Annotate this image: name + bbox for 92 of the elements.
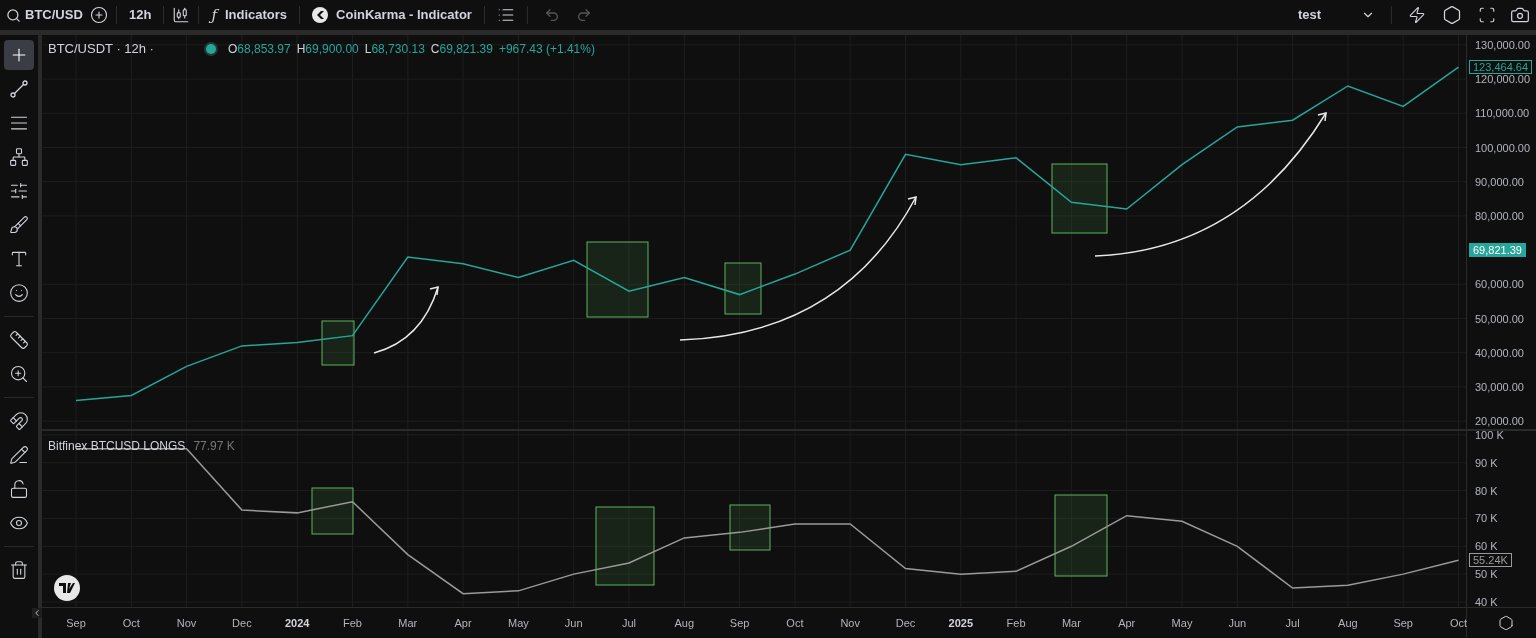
price-label: 69,821.39 <box>1469 243 1526 258</box>
search-icon <box>6 7 21 23</box>
time-tick: May <box>1171 616 1193 630</box>
time-tick: Feb <box>343 616 362 630</box>
time-tick: Jun <box>564 616 583 630</box>
time-tick: May <box>508 616 529 630</box>
price-tick: 80,000.00 <box>1475 208 1524 223</box>
logo-icon <box>59 583 75 593</box>
highlight-box <box>321 320 355 366</box>
curved-arrow <box>373 286 439 354</box>
time-tick: 2024 <box>284 616 310 630</box>
indicator-tick: 100 K <box>1475 427 1504 442</box>
add-symbol-icon[interactable] <box>90 6 108 24</box>
price-tick: 60,000.00 <box>1475 277 1524 292</box>
indicator-tick: 50 K <box>1475 567 1498 582</box>
time-tick: Oct <box>122 616 140 630</box>
time-tick: Nov <box>176 616 197 630</box>
time-tick: Jun <box>1228 616 1247 630</box>
chart-title: BTC/USDT · 12h · <box>48 40 154 58</box>
highlight-box <box>1051 163 1108 234</box>
time-tick: Mar <box>398 616 418 630</box>
price-label: 123,464.64 <box>1469 60 1533 75</box>
unlock-icon <box>9 479 29 499</box>
ohlc-value: L68,730.13 <box>364 40 425 58</box>
undo-icon[interactable] <box>543 7 560 23</box>
time-tick: Feb <box>1006 616 1026 630</box>
layout-dropdown[interactable]: test <box>1289 5 1383 25</box>
ruler-icon <box>9 330 29 350</box>
magnet-icon <box>9 411 29 431</box>
price-label: 55.24K <box>1469 553 1512 568</box>
redo-icon[interactable] <box>575 7 592 23</box>
highlight-box <box>724 262 762 315</box>
drawing-tool-button[interactable] <box>4 40 34 70</box>
time-tick: Sep <box>729 616 750 630</box>
lightning-icon[interactable] <box>1408 6 1426 24</box>
zoom-in-icon <box>9 364 29 384</box>
collapse-icon[interactable] <box>32 608 42 618</box>
indicator-tick: 60 K <box>1475 539 1498 554</box>
sliders-icon <box>9 181 29 201</box>
time-tick: Oct <box>1449 616 1468 630</box>
fullscreen-icon[interactable] <box>1478 6 1496 24</box>
symbol-search[interactable]: BTC/USD <box>0 5 86 25</box>
smile-icon <box>9 283 29 303</box>
time-tick: Nov <box>840 616 860 630</box>
logo-icon <box>312 7 329 23</box>
time-tick: Aug <box>1338 616 1358 630</box>
price-tick: 130,000.00 <box>1475 37 1531 52</box>
price-tick: 110,000.00 <box>1475 106 1530 121</box>
logo-badge[interactable] <box>54 575 80 601</box>
indicator-tick: 80 K <box>1475 483 1498 498</box>
candlestick-icon[interactable] <box>172 6 191 24</box>
time-tick: Apr <box>1118 616 1136 630</box>
time-tick: Sep <box>66 616 86 630</box>
time-tick: Dec <box>895 616 916 630</box>
price-tick: 120,000.00 <box>1475 73 1531 87</box>
indicator-tick: 70 K <box>1475 511 1498 526</box>
time-tick: Dec <box>232 616 252 630</box>
indicators-button[interactable]: ƒ Indicators <box>207 3 292 27</box>
function-icon: ƒ <box>211 3 217 27</box>
ohlc-value: O68,853.97 <box>227 40 291 58</box>
script-button[interactable]: CoinKarma - Indicator <box>308 5 476 25</box>
line-icon <box>10 80 28 98</box>
network-icon <box>9 147 29 167</box>
pencil-icon <box>9 445 29 465</box>
camera-icon[interactable] <box>1510 5 1530 25</box>
price-tick: 20,000.00 <box>1475 414 1524 429</box>
highlight-box <box>311 487 354 535</box>
time-tick: 2025 <box>948 616 974 630</box>
text-icon <box>9 249 29 269</box>
price-tick: 30,000.00 <box>1475 379 1524 394</box>
time-tick: Oct <box>786 616 804 630</box>
price-tick: 50,000.00 <box>1475 311 1524 326</box>
ohlc-value: H69,900.00 <box>296 40 359 58</box>
price-change: +967.43 (+1.41%) <box>498 40 595 58</box>
indicator-tick: 90 K <box>1475 455 1498 470</box>
price-tick: 40,000.00 <box>1475 345 1524 360</box>
time-tick: Apr <box>454 616 472 630</box>
interval-button[interactable]: 12h <box>125 5 156 25</box>
trash-icon <box>9 560 29 580</box>
list-icon[interactable] <box>496 6 515 24</box>
brush-icon <box>9 215 29 235</box>
time-tick: Aug <box>674 616 695 630</box>
price-tick: 100,000.00 <box>1475 140 1531 155</box>
indicator-tick: 40 K <box>1475 595 1498 609</box>
ohlc-value: C69,821.39 <box>430 40 493 58</box>
highlight-box <box>729 504 771 551</box>
price-tick: 90,000.00 <box>1475 174 1524 189</box>
time-tick: Jul <box>1285 616 1300 630</box>
indicator-reading: 77.97 K <box>193 438 235 455</box>
time-tick: Mar <box>1061 616 1081 630</box>
time-tick: Sep <box>1393 616 1413 630</box>
time-tick: Jul <box>621 616 637 630</box>
